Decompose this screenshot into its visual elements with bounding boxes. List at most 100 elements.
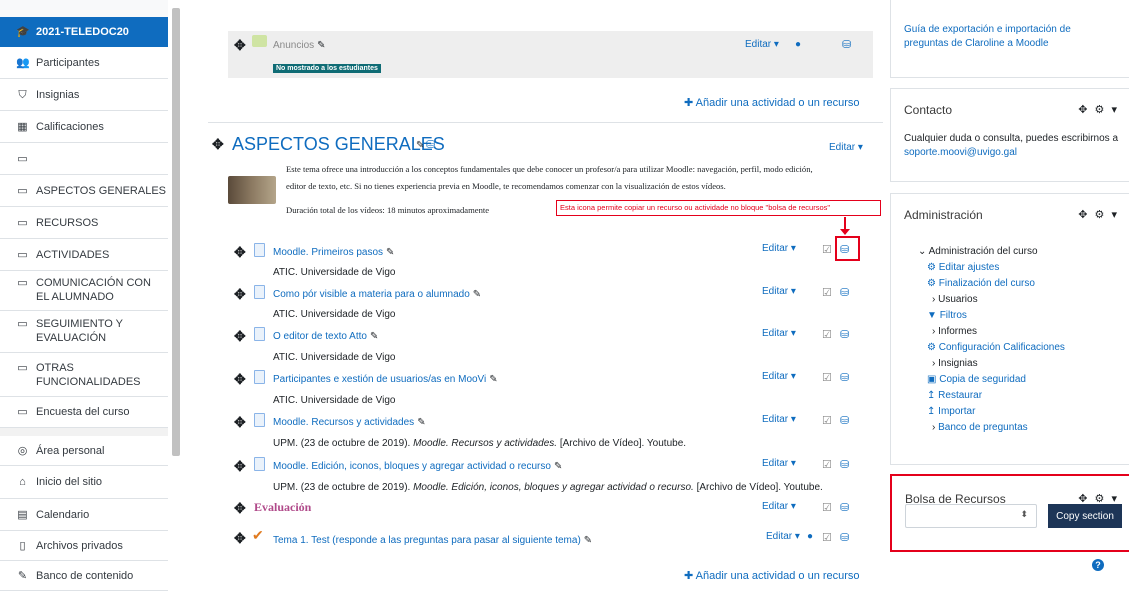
edit-menu-section[interactable]: Editar [829, 142, 863, 153]
pencil-icon[interactable]: ✎ [554, 461, 562, 472]
edit-menu[interactable]: Editar [762, 458, 796, 469]
activity-link[interactable]: Como pór visible a materia para o alumna… [273, 289, 481, 300]
nav-participantes[interactable]: 👥 Participantes [0, 47, 168, 79]
checkbox-icon[interactable]: ☑ [822, 371, 832, 384]
checkbox-icon[interactable]: ☑ [822, 531, 832, 544]
edit-menu[interactable]: Editar [762, 414, 796, 425]
copy-to-bag-icon[interactable]: ⛁ [840, 328, 849, 341]
nav-encuesta[interactable]: ▭ Encuesta del curso [0, 397, 168, 428]
copy-to-bag-icon[interactable]: ⛁ [840, 243, 849, 256]
admin-informes[interactable]: › Informes [932, 326, 977, 337]
nav-scrollbar[interactable] [172, 8, 180, 456]
activity-link[interactable]: O editor de texto Atto ✎ [273, 331, 378, 342]
nav-course-home[interactable]: 🎓 2021-TELEDOC20 [0, 17, 168, 47]
nav-banco-contenido[interactable]: ✎ Banco de contenido [0, 561, 168, 591]
contact-email-link[interactable]: soporte.moovi@uvigo.gal [904, 147, 1017, 158]
nav-recursos[interactable]: ▭ RECURSOS [0, 207, 168, 239]
activity-link[interactable]: Moodle. Recursos y actividades ✎ [273, 417, 426, 428]
activity-link[interactable]: Participantes e xestión de usuarios/as e… [273, 374, 498, 385]
move-section-icon[interactable]: ✥ [212, 136, 224, 153]
edit-menu[interactable]: Editar [762, 501, 796, 512]
activity-link[interactable]: Moodle. Primeiros pasos ✎ [273, 247, 394, 258]
copy-to-bag-icon[interactable]: ⛁ [840, 531, 849, 544]
resource-bag-select[interactable]: ⬍ [905, 504, 1037, 528]
pencil-icon[interactable]: ✎ [416, 140, 424, 151]
copy-to-bag-icon[interactable]: ⛁ [840, 458, 849, 471]
move-icon[interactable]: ✥ [234, 414, 246, 431]
activity-link[interactable]: Moodle. Edición, iconos, bloques y agreg… [273, 461, 562, 472]
gear-icon[interactable]: ⚙ [1095, 104, 1107, 116]
checkbox-icon[interactable]: ☑ [822, 286, 832, 299]
checkbox-icon[interactable]: ☑ [822, 243, 832, 256]
guide-link[interactable]: Guía de exportación e importación de pre… [904, 23, 1084, 51]
copy-section-button[interactable]: Copy section [1048, 504, 1122, 528]
nav-area-personal[interactable]: ◎ Área personal [0, 436, 168, 466]
nav-inicio-sitio[interactable]: ⌂ Inicio del sitio [0, 466, 168, 499]
admin-usuarios[interactable]: › Usuarios [932, 294, 978, 305]
announcements-link[interactable]: Anuncios ✎ [273, 40, 326, 51]
assign-roles-icon[interactable]: ● [807, 531, 813, 542]
nav-aspectos-generales[interactable]: ▭ ASPECTOS GENERALES [0, 175, 168, 207]
admin-importar[interactable]: ↥ Importar [927, 406, 975, 417]
edit-menu[interactable]: Editar [762, 243, 796, 254]
quiz-link[interactable]: Tema 1. Test (responde a las preguntas p… [273, 535, 592, 546]
move-icon[interactable]: ✥ [234, 530, 246, 547]
admin-course-node[interactable]: ⌄ Administración del curso [918, 246, 1038, 257]
move-icon[interactable]: ✥ [1078, 209, 1089, 221]
admin-editar-ajustes[interactable]: ⚙ Editar ajustes [927, 262, 999, 273]
section-title[interactable]: ASPECTOS GENERALES [232, 134, 445, 155]
checkbox-icon[interactable]: ☑ [822, 501, 832, 514]
move-icon[interactable]: ✥ [234, 458, 246, 475]
copy-to-bag-icon[interactable]: ⛁ [840, 371, 849, 384]
pencil-icon[interactable]: ✎ [386, 247, 394, 258]
pencil-icon[interactable]: ✎ [370, 331, 378, 342]
admin-copia-seguridad[interactable]: ▣ Copia de seguridad [927, 374, 1026, 385]
help-icon[interactable]: ? [1092, 559, 1104, 571]
checkbox-icon[interactable]: ☑ [822, 414, 832, 427]
checkbox-icon[interactable]: ☑ [822, 458, 832, 471]
edit-menu[interactable]: Editar [762, 286, 796, 297]
checkbox-icon[interactable]: ☑ [822, 328, 832, 341]
chevron-down-icon[interactable]: ▾ [1111, 104, 1119, 116]
admin-config-calificaciones[interactable]: ⚙ Configuración Calificaciones [927, 342, 1065, 353]
block-controls[interactable]: ✥ ⚙ ▾ [1078, 208, 1119, 221]
admin-filtros[interactable]: ▼ Filtros [927, 310, 967, 321]
nav-calendario[interactable]: ▤ Calendario [0, 499, 168, 531]
pencil-icon[interactable]: ✎ [417, 417, 425, 428]
edit-menu[interactable]: Editar [766, 531, 800, 542]
move-icon[interactable]: ✥ [234, 371, 246, 388]
move-icon[interactable]: ✥ [234, 328, 246, 345]
move-icon[interactable]: ✥ [234, 37, 246, 54]
nav-section-0[interactable]: ▭ [0, 143, 168, 175]
assign-roles-icon[interactable]: ● [795, 39, 801, 50]
pencil-icon[interactable]: ✎ [317, 40, 325, 51]
copy-to-bag-icon[interactable]: ⛁ [840, 414, 849, 427]
copy-to-bag-icon[interactable]: ⛁ [840, 501, 849, 514]
block-controls[interactable]: ✥ ⚙ ▾ [1078, 103, 1119, 116]
admin-insignias[interactable]: › Insignias [932, 358, 978, 369]
add-activity-link-bottom[interactable]: ✚ Añadir una actividad o un recurso [684, 569, 860, 582]
edit-menu[interactable]: Editar [762, 371, 796, 382]
nav-seguimiento[interactable]: ▭ SEGUIMIENTO Y EVALUACIÓN [0, 311, 168, 353]
pencil-icon[interactable]: ✎ [473, 289, 481, 300]
pencil-icon[interactable]: ✎ [584, 535, 592, 546]
admin-finalizacion[interactable]: ⚙ Finalización del curso [927, 278, 1035, 289]
move-icon[interactable]: ✥ [234, 500, 246, 517]
admin-restaurar[interactable]: ↥ Restaurar [927, 390, 982, 401]
nav-insignias[interactable]: ⛉ Insignias [0, 79, 168, 111]
nav-calificaciones[interactable]: ▦ Calificaciones [0, 111, 168, 143]
nav-otras[interactable]: ▭ OTRAS FUNCIONALIDADES [0, 353, 168, 397]
edit-menu[interactable]: Editar [762, 328, 796, 339]
move-icon[interactable]: ✥ [1078, 104, 1089, 116]
nav-actividades[interactable]: ▭ ACTIVIDADES [0, 239, 168, 271]
gear-icon[interactable]: ⚙ [1095, 209, 1107, 221]
copy-to-bag-icon[interactable]: ⛁ [842, 38, 851, 51]
copy-section-icon[interactable]: ⛁ [426, 138, 435, 151]
move-icon[interactable]: ✥ [234, 244, 246, 261]
nav-archivos-privados[interactable]: ▯ Archivos privados [0, 531, 168, 561]
edit-menu-announcements[interactable]: Editar [745, 39, 779, 50]
admin-banco-preguntas[interactable]: › Banco de preguntas [932, 422, 1028, 433]
pencil-icon[interactable]: ✎ [489, 374, 497, 385]
move-icon[interactable]: ✥ [234, 286, 246, 303]
add-activity-link-top[interactable]: ✚ Añadir una actividad o un recurso [684, 96, 860, 109]
